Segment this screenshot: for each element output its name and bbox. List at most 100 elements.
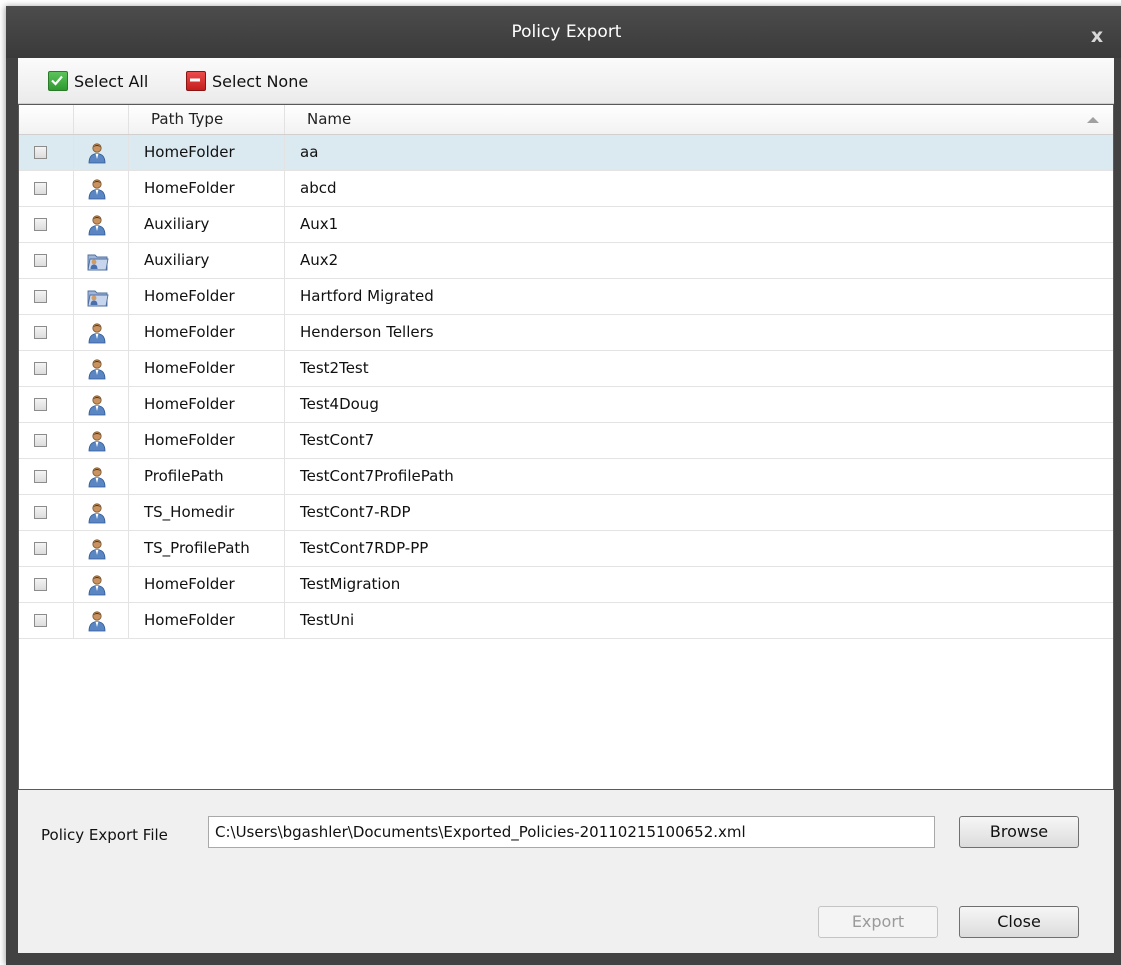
row-checkbox-cell [19, 495, 74, 530]
select-all-label: Select All [74, 71, 149, 91]
name-cell: TestCont7ProfilePath [300, 467, 454, 485]
table-row[interactable]: ProfilePath TestCont7ProfilePath [19, 459, 1113, 495]
row-checkbox[interactable] [34, 434, 47, 447]
table-row[interactable]: HomeFolder Test4Doug [19, 387, 1113, 423]
name-cell: TestCont7-RDP [300, 503, 411, 521]
row-checkbox[interactable] [34, 182, 47, 195]
checkmark-icon [48, 71, 68, 91]
table-row[interactable]: HomeFolder abcd [19, 171, 1113, 207]
user-icon [74, 459, 129, 494]
table-row[interactable]: HomeFolder aa [19, 135, 1113, 171]
path-type-cell: ProfilePath [129, 459, 285, 494]
user-icon [74, 171, 129, 206]
header-name-label: Name [307, 110, 352, 128]
row-checkbox-cell [19, 243, 74, 278]
row-checkbox[interactable] [34, 326, 47, 339]
path-type-cell: HomeFolder [129, 567, 285, 602]
title-bar[interactable]: Policy Export x [6, 6, 1121, 58]
row-checkbox[interactable] [34, 290, 47, 303]
user-icon [74, 603, 129, 638]
row-checkbox[interactable] [34, 470, 47, 483]
name-cell: Hartford Migrated [300, 287, 434, 305]
policy-grid[interactable]: Path Type Name HomeFolder aa HomeFolder abc… [18, 104, 1114, 790]
row-checkbox[interactable] [34, 218, 47, 231]
grid-header: Path Type Name [19, 105, 1113, 135]
policy-export-file-label: Policy Export File [41, 826, 168, 844]
table-row[interactable]: Auxiliary Aux2 [19, 243, 1113, 279]
name-cell: TestCont7 [300, 431, 375, 449]
path-type-cell: HomeFolder [129, 279, 285, 314]
name-cell: Test4Doug [300, 395, 379, 413]
table-row[interactable]: HomeFolder Hartford Migrated [19, 279, 1113, 315]
select-none-button[interactable]: Select None [186, 69, 308, 93]
row-checkbox-cell [19, 603, 74, 638]
path-type-cell: HomeFolder [129, 315, 285, 350]
path-type-cell: HomeFolder [129, 387, 285, 422]
user-icon [74, 423, 129, 458]
table-row[interactable]: HomeFolder Henderson Tellers [19, 315, 1113, 351]
user-icon [74, 351, 129, 386]
row-checkbox[interactable] [34, 542, 47, 555]
name-cell: Aux1 [300, 215, 339, 233]
table-row[interactable]: HomeFolder TestUni [19, 603, 1113, 639]
folder-user-icon [74, 279, 129, 314]
row-checkbox-cell [19, 135, 74, 170]
path-type-cell: HomeFolder [129, 171, 285, 206]
browse-button[interactable]: Browse [959, 816, 1079, 848]
path-type-cell: HomeFolder [129, 603, 285, 638]
row-checkbox-cell [19, 567, 74, 602]
header-path-type[interactable]: Path Type [129, 105, 285, 134]
header-checkbox-column[interactable] [19, 105, 74, 134]
row-checkbox[interactable] [34, 578, 47, 591]
row-checkbox-cell [19, 315, 74, 350]
path-type-cell: HomeFolder [129, 135, 285, 170]
row-checkbox[interactable] [34, 614, 47, 627]
path-type-cell: TS_Homedir [129, 495, 285, 530]
window-title: Policy Export [511, 22, 622, 42]
header-name[interactable]: Name [285, 105, 1113, 134]
table-row[interactable]: Auxiliary Aux1 [19, 207, 1113, 243]
header-icon-column[interactable] [74, 105, 129, 134]
close-icon[interactable]: x [1087, 26, 1107, 46]
table-row[interactable]: HomeFolder Test2Test [19, 351, 1113, 387]
user-icon [74, 567, 129, 602]
user-icon [74, 387, 129, 422]
user-icon [74, 135, 129, 170]
name-cell: aa [300, 143, 319, 161]
policy-export-dialog: Policy Export x Select All Select None P… [6, 6, 1121, 965]
path-type-cell: HomeFolder [129, 423, 285, 458]
export-panel: Policy Export File C:\Users\bgashler\Doc… [18, 790, 1114, 953]
name-cell: Henderson Tellers [300, 323, 434, 341]
row-checkbox-cell [19, 171, 74, 206]
table-row[interactable]: TS_Homedir TestCont7-RDP [19, 495, 1113, 531]
user-icon [74, 495, 129, 530]
user-icon [74, 531, 129, 566]
export-button[interactable]: Export [818, 906, 938, 938]
row-checkbox-cell [19, 351, 74, 386]
path-type-cell: TS_ProfilePath [129, 531, 285, 566]
export-file-path-field[interactable]: C:\Users\bgashler\Documents\Exported_Pol… [208, 816, 935, 848]
path-type-cell: Auxiliary [129, 207, 285, 242]
name-cell: Aux2 [300, 251, 339, 269]
row-checkbox-cell [19, 531, 74, 566]
table-row[interactable]: HomeFolder TestMigration [19, 567, 1113, 603]
select-none-label: Select None [212, 71, 309, 91]
row-checkbox-cell [19, 387, 74, 422]
minus-icon [186, 71, 206, 91]
row-checkbox[interactable] [34, 506, 47, 519]
name-cell: Test2Test [300, 359, 369, 377]
select-all-button[interactable]: Select All [48, 69, 148, 93]
row-checkbox-cell [19, 207, 74, 242]
row-checkbox[interactable] [34, 362, 47, 375]
row-checkbox-cell [19, 279, 74, 314]
row-checkbox[interactable] [34, 398, 47, 411]
table-row[interactable]: HomeFolder TestCont7 [19, 423, 1113, 459]
close-button[interactable]: Close [959, 906, 1079, 938]
row-checkbox[interactable] [34, 254, 47, 267]
path-type-cell: Auxiliary [129, 243, 285, 278]
user-icon [74, 315, 129, 350]
table-row[interactable]: TS_ProfilePath TestCont7RDP-PP [19, 531, 1113, 567]
row-checkbox-cell [19, 423, 74, 458]
row-checkbox[interactable] [34, 146, 47, 159]
toolbar: Select All Select None [18, 58, 1114, 104]
